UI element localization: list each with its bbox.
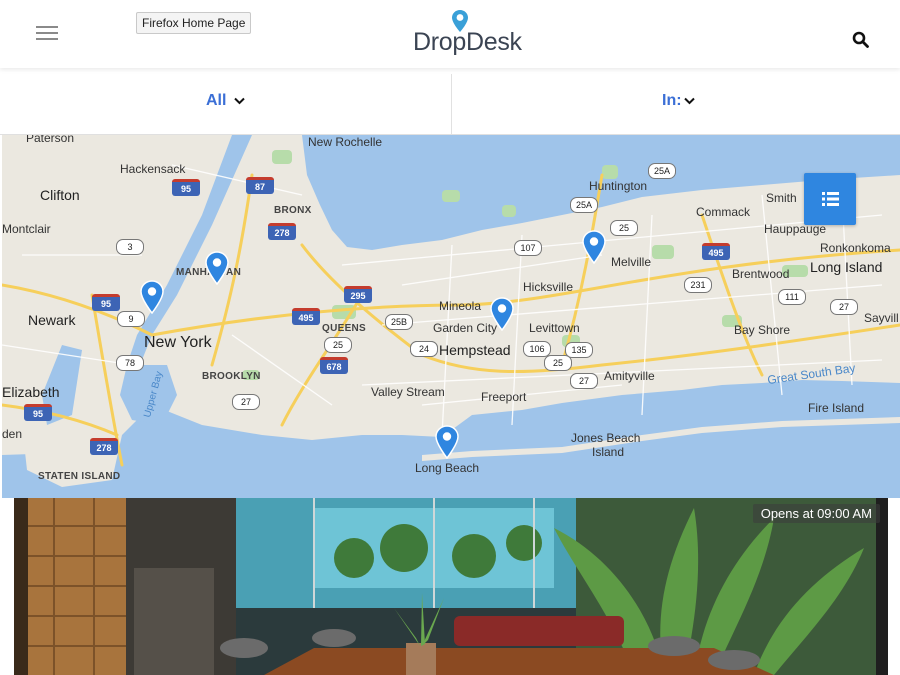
route-shield: 25A [648, 163, 676, 179]
map-label-amityville: Amityville [604, 369, 655, 383]
map-label-island: Island [592, 445, 625, 459]
category-filter-dropdown[interactable]: All [206, 68, 246, 134]
map-label-valley-stream: Valley Stream [371, 385, 445, 399]
map-label-smithtown: Smith [766, 191, 797, 205]
route-shield: 25A [570, 197, 598, 213]
map-pin-icon[interactable] [490, 297, 514, 331]
interstate-shield: 95 [92, 294, 120, 311]
map-label-clifton: Clifton [40, 187, 80, 203]
map-label-levittown: Levittown [529, 321, 580, 335]
map-label-paterson: Paterson [26, 135, 75, 145]
route-shield: 231 [684, 277, 712, 293]
map-label-garden-city: Garden City [433, 321, 498, 335]
map-label-staten-island: STATEN ISLAND [38, 471, 121, 482]
hamburger-menu-icon[interactable] [36, 26, 58, 42]
route-shield: 25 [610, 220, 638, 236]
map-label-long-beach: Long Beach [415, 461, 480, 475]
map-label-bay-shore: Bay Shore [734, 323, 791, 337]
map-label-newark: Newark [28, 312, 76, 328]
list-view-button[interactable] [804, 173, 856, 225]
route-shield: 27 [232, 394, 260, 410]
map-label-den: den [2, 427, 23, 441]
map-label-hackensack: Hackensack [120, 162, 186, 176]
interstate-shield: 495 [292, 308, 320, 325]
route-shield: 111 [778, 289, 806, 305]
location-filter-label: In: [662, 92, 682, 109]
interstate-shield: 295 [344, 286, 372, 303]
filter-bar: All In: [0, 68, 900, 135]
map-label-ronkonkoma: Ronkonkoma [820, 241, 891, 255]
top-header: Firefox Home Page DropDesk [0, 0, 900, 68]
map-pin-icon[interactable] [435, 425, 459, 459]
route-shield: 107 [514, 240, 542, 256]
map-label-new-rochelle: New Rochelle [308, 135, 383, 149]
interstate-shield: 278 [90, 438, 118, 455]
map-label-mineola: Mineola [439, 299, 482, 313]
map-label-melville: Melville [611, 255, 652, 269]
map-label-bronx: BRONX [274, 205, 312, 216]
route-shield: 106 [523, 341, 551, 357]
map-label-hempstead: Hempstead [439, 342, 511, 358]
map-view[interactable]: Paterson New Rochelle Huntington Hackens… [2, 135, 900, 498]
interstate-shield: 278 [268, 223, 296, 240]
opening-hours-badge: Opens at 09:00 AM [752, 504, 880, 523]
map-label-commack: Commack [696, 205, 751, 219]
route-shield: 27 [570, 373, 598, 389]
map-label-queens: QUEENS [322, 323, 367, 334]
route-shield: 25 [324, 337, 352, 353]
route-shield: 25B [385, 314, 413, 330]
map-pin-icon[interactable] [582, 230, 606, 264]
map-pin-icon[interactable] [140, 280, 164, 314]
filter-divider [451, 74, 452, 134]
interstate-shield: 678 [320, 357, 348, 374]
map-label-montclair: Montclair [2, 222, 51, 236]
map-label-new-york: New York [144, 334, 212, 351]
map-label-sayville: Sayvill [864, 311, 899, 325]
map-label-huntington: Huntington [589, 179, 648, 193]
route-shield: 27 [830, 299, 858, 315]
location-filter-dropdown[interactable]: In: [662, 68, 695, 134]
map-label-fire-island: Fire Island [808, 401, 865, 415]
dropdesk-logo[interactable]: DropDesk [413, 10, 523, 56]
browser-tooltip: Firefox Home Page [136, 12, 252, 34]
route-shield: 78 [116, 355, 144, 371]
map-label-brentwood: Brentwood [732, 267, 790, 281]
map-label-long-island: Long Island [810, 259, 883, 275]
list-icon [822, 192, 839, 206]
map-label-jones-beach: Jones Beach [571, 431, 641, 445]
interstate-shield: 87 [246, 177, 274, 194]
category-filter-label: All [206, 92, 227, 109]
office-photo [14, 498, 888, 675]
route-shield: 24 [410, 341, 438, 357]
interstate-shield: 95 [24, 404, 52, 421]
chevron-down-icon [234, 97, 246, 105]
map-label-freeport: Freeport [481, 390, 527, 404]
map-pin-icon[interactable] [205, 251, 229, 285]
listing-photo-card[interactable]: Opens at 09:00 AM [14, 498, 888, 675]
route-shield: 25 [544, 355, 572, 371]
map-label-hicksville: Hicksville [523, 280, 574, 294]
chevron-down-icon [683, 97, 695, 105]
logo-text: DropDesk [413, 28, 522, 56]
route-shield: 3 [116, 239, 144, 255]
map-label-elizabeth: Elizabeth [2, 384, 60, 400]
interstate-shield: 495 [702, 243, 730, 260]
map-label-brooklyn: BROOKLYN [202, 371, 261, 382]
search-icon[interactable] [852, 31, 870, 54]
interstate-shield: 95 [172, 179, 200, 196]
